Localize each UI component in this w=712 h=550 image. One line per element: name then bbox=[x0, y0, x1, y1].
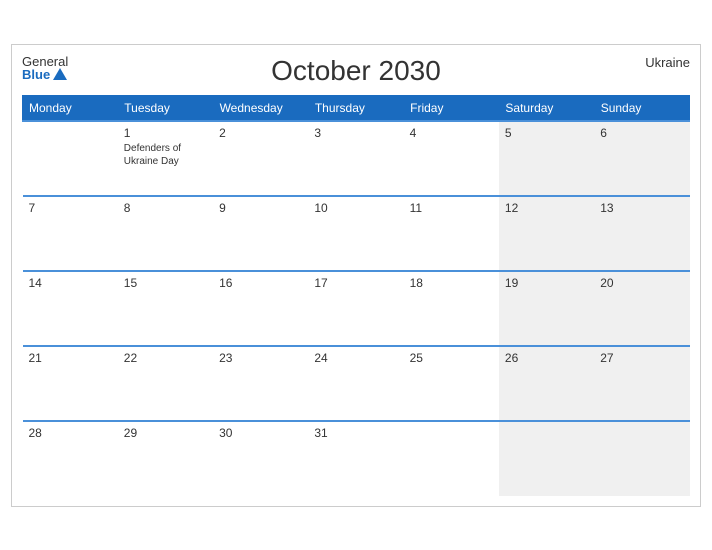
logo-triangle-icon bbox=[53, 68, 67, 80]
calendar-table: Monday Tuesday Wednesday Thursday Friday… bbox=[22, 95, 690, 496]
calendar-week-row: 1 Defenders of Ukraine Day 23456 bbox=[23, 121, 690, 196]
calendar-day-cell: 19 bbox=[499, 271, 594, 346]
day-number: 1 bbox=[124, 126, 207, 140]
day-number: 21 bbox=[29, 351, 112, 365]
calendar-body: 1Defenders of Ukraine Day234567891011121… bbox=[23, 121, 690, 496]
header-saturday: Saturday bbox=[499, 95, 594, 121]
day-number: 10 bbox=[314, 201, 397, 215]
calendar-day-cell: 28 bbox=[23, 421, 118, 496]
logo: General Blue bbox=[22, 55, 68, 82]
day-number: 24 bbox=[314, 351, 397, 365]
day-number: 26 bbox=[505, 351, 588, 365]
calendar-day-cell: 25 bbox=[404, 346, 499, 421]
calendar-day-cell: 14 bbox=[23, 271, 118, 346]
day-number: 8 bbox=[124, 201, 207, 215]
logo-blue-text: Blue bbox=[22, 68, 68, 82]
day-number: 30 bbox=[219, 426, 302, 440]
calendar-day-cell: 3 bbox=[308, 121, 403, 196]
header-sunday: Sunday bbox=[594, 95, 689, 121]
holiday-text: Defenders of Ukraine Day bbox=[124, 142, 207, 168]
day-number: 4 bbox=[410, 126, 493, 140]
day-number: 2 bbox=[219, 126, 302, 140]
calendar-week-row: 28 29 30 31 bbox=[23, 421, 690, 496]
calendar-header: General Blue October 2030 Ukraine bbox=[22, 55, 690, 87]
calendar-day-cell: 26 bbox=[499, 346, 594, 421]
day-number: 13 bbox=[600, 201, 683, 215]
calendar-day-cell: 13 bbox=[594, 196, 689, 271]
calendar-day-cell: 31 bbox=[308, 421, 403, 496]
day-number: 15 bbox=[124, 276, 207, 290]
day-number: 25 bbox=[410, 351, 493, 365]
calendar-day-cell: 30 bbox=[213, 421, 308, 496]
day-number: 22 bbox=[124, 351, 207, 365]
day-number: 12 bbox=[505, 201, 588, 215]
calendar-day-cell: 6 bbox=[594, 121, 689, 196]
country-label: Ukraine bbox=[645, 55, 690, 70]
weekday-header-row: Monday Tuesday Wednesday Thursday Friday… bbox=[23, 95, 690, 121]
calendar-day-cell bbox=[594, 421, 689, 496]
day-number: 18 bbox=[410, 276, 493, 290]
calendar-day-cell: 15 bbox=[118, 271, 213, 346]
calendar-day-cell: 9 bbox=[213, 196, 308, 271]
calendar-day-cell: 21 bbox=[23, 346, 118, 421]
day-number: 16 bbox=[219, 276, 302, 290]
calendar-week-row: 21 22 23 24 25 26 27 bbox=[23, 346, 690, 421]
day-number: 9 bbox=[219, 201, 302, 215]
calendar-day-cell: 27 bbox=[594, 346, 689, 421]
calendar-day-cell: 16 bbox=[213, 271, 308, 346]
calendar-day-cell: 12 bbox=[499, 196, 594, 271]
calendar-week-row: 14 15 16 17 18 19 20 bbox=[23, 271, 690, 346]
header-wednesday: Wednesday bbox=[213, 95, 308, 121]
day-number: 14 bbox=[29, 276, 112, 290]
day-number: 3 bbox=[314, 126, 397, 140]
calendar-title: October 2030 bbox=[271, 55, 441, 87]
logo-general-text: General bbox=[22, 55, 68, 68]
calendar-day-cell: 5 bbox=[499, 121, 594, 196]
day-number: 5 bbox=[505, 126, 588, 140]
day-number: 29 bbox=[124, 426, 207, 440]
day-number: 20 bbox=[600, 276, 683, 290]
calendar-day-cell: 2 bbox=[213, 121, 308, 196]
calendar-day-cell: 11 bbox=[404, 196, 499, 271]
day-number: 17 bbox=[314, 276, 397, 290]
calendar-day-cell bbox=[23, 121, 118, 196]
calendar-day-cell: 29 bbox=[118, 421, 213, 496]
day-number: 23 bbox=[219, 351, 302, 365]
calendar-week-row: 789 10 11 12 13 bbox=[23, 196, 690, 271]
calendar-day-cell bbox=[499, 421, 594, 496]
header-thursday: Thursday bbox=[308, 95, 403, 121]
day-number: 31 bbox=[314, 426, 397, 440]
calendar-day-cell: 8 bbox=[118, 196, 213, 271]
calendar-day-cell: 24 bbox=[308, 346, 403, 421]
day-number: 7 bbox=[29, 201, 112, 215]
calendar-day-cell: 18 bbox=[404, 271, 499, 346]
day-number: 11 bbox=[410, 201, 493, 215]
calendar-day-cell bbox=[404, 421, 499, 496]
calendar-day-cell: 1 Defenders of Ukraine Day bbox=[118, 121, 213, 196]
calendar-day-cell: 20 bbox=[594, 271, 689, 346]
header-tuesday: Tuesday bbox=[118, 95, 213, 121]
day-number: 28 bbox=[29, 426, 112, 440]
day-number: 6 bbox=[600, 126, 683, 140]
calendar-day-cell: 22 bbox=[118, 346, 213, 421]
calendar-day-cell: 7 bbox=[23, 196, 118, 271]
calendar-container: General Blue October 2030 Ukraine Monday… bbox=[11, 44, 701, 507]
calendar-day-cell: 17 bbox=[308, 271, 403, 346]
header-friday: Friday bbox=[404, 95, 499, 121]
day-number: 27 bbox=[600, 351, 683, 365]
calendar-day-cell: 10 bbox=[308, 196, 403, 271]
day-number: 19 bbox=[505, 276, 588, 290]
calendar-day-cell: 4 bbox=[404, 121, 499, 196]
header-monday: Monday bbox=[23, 95, 118, 121]
calendar-day-cell: 23 bbox=[213, 346, 308, 421]
